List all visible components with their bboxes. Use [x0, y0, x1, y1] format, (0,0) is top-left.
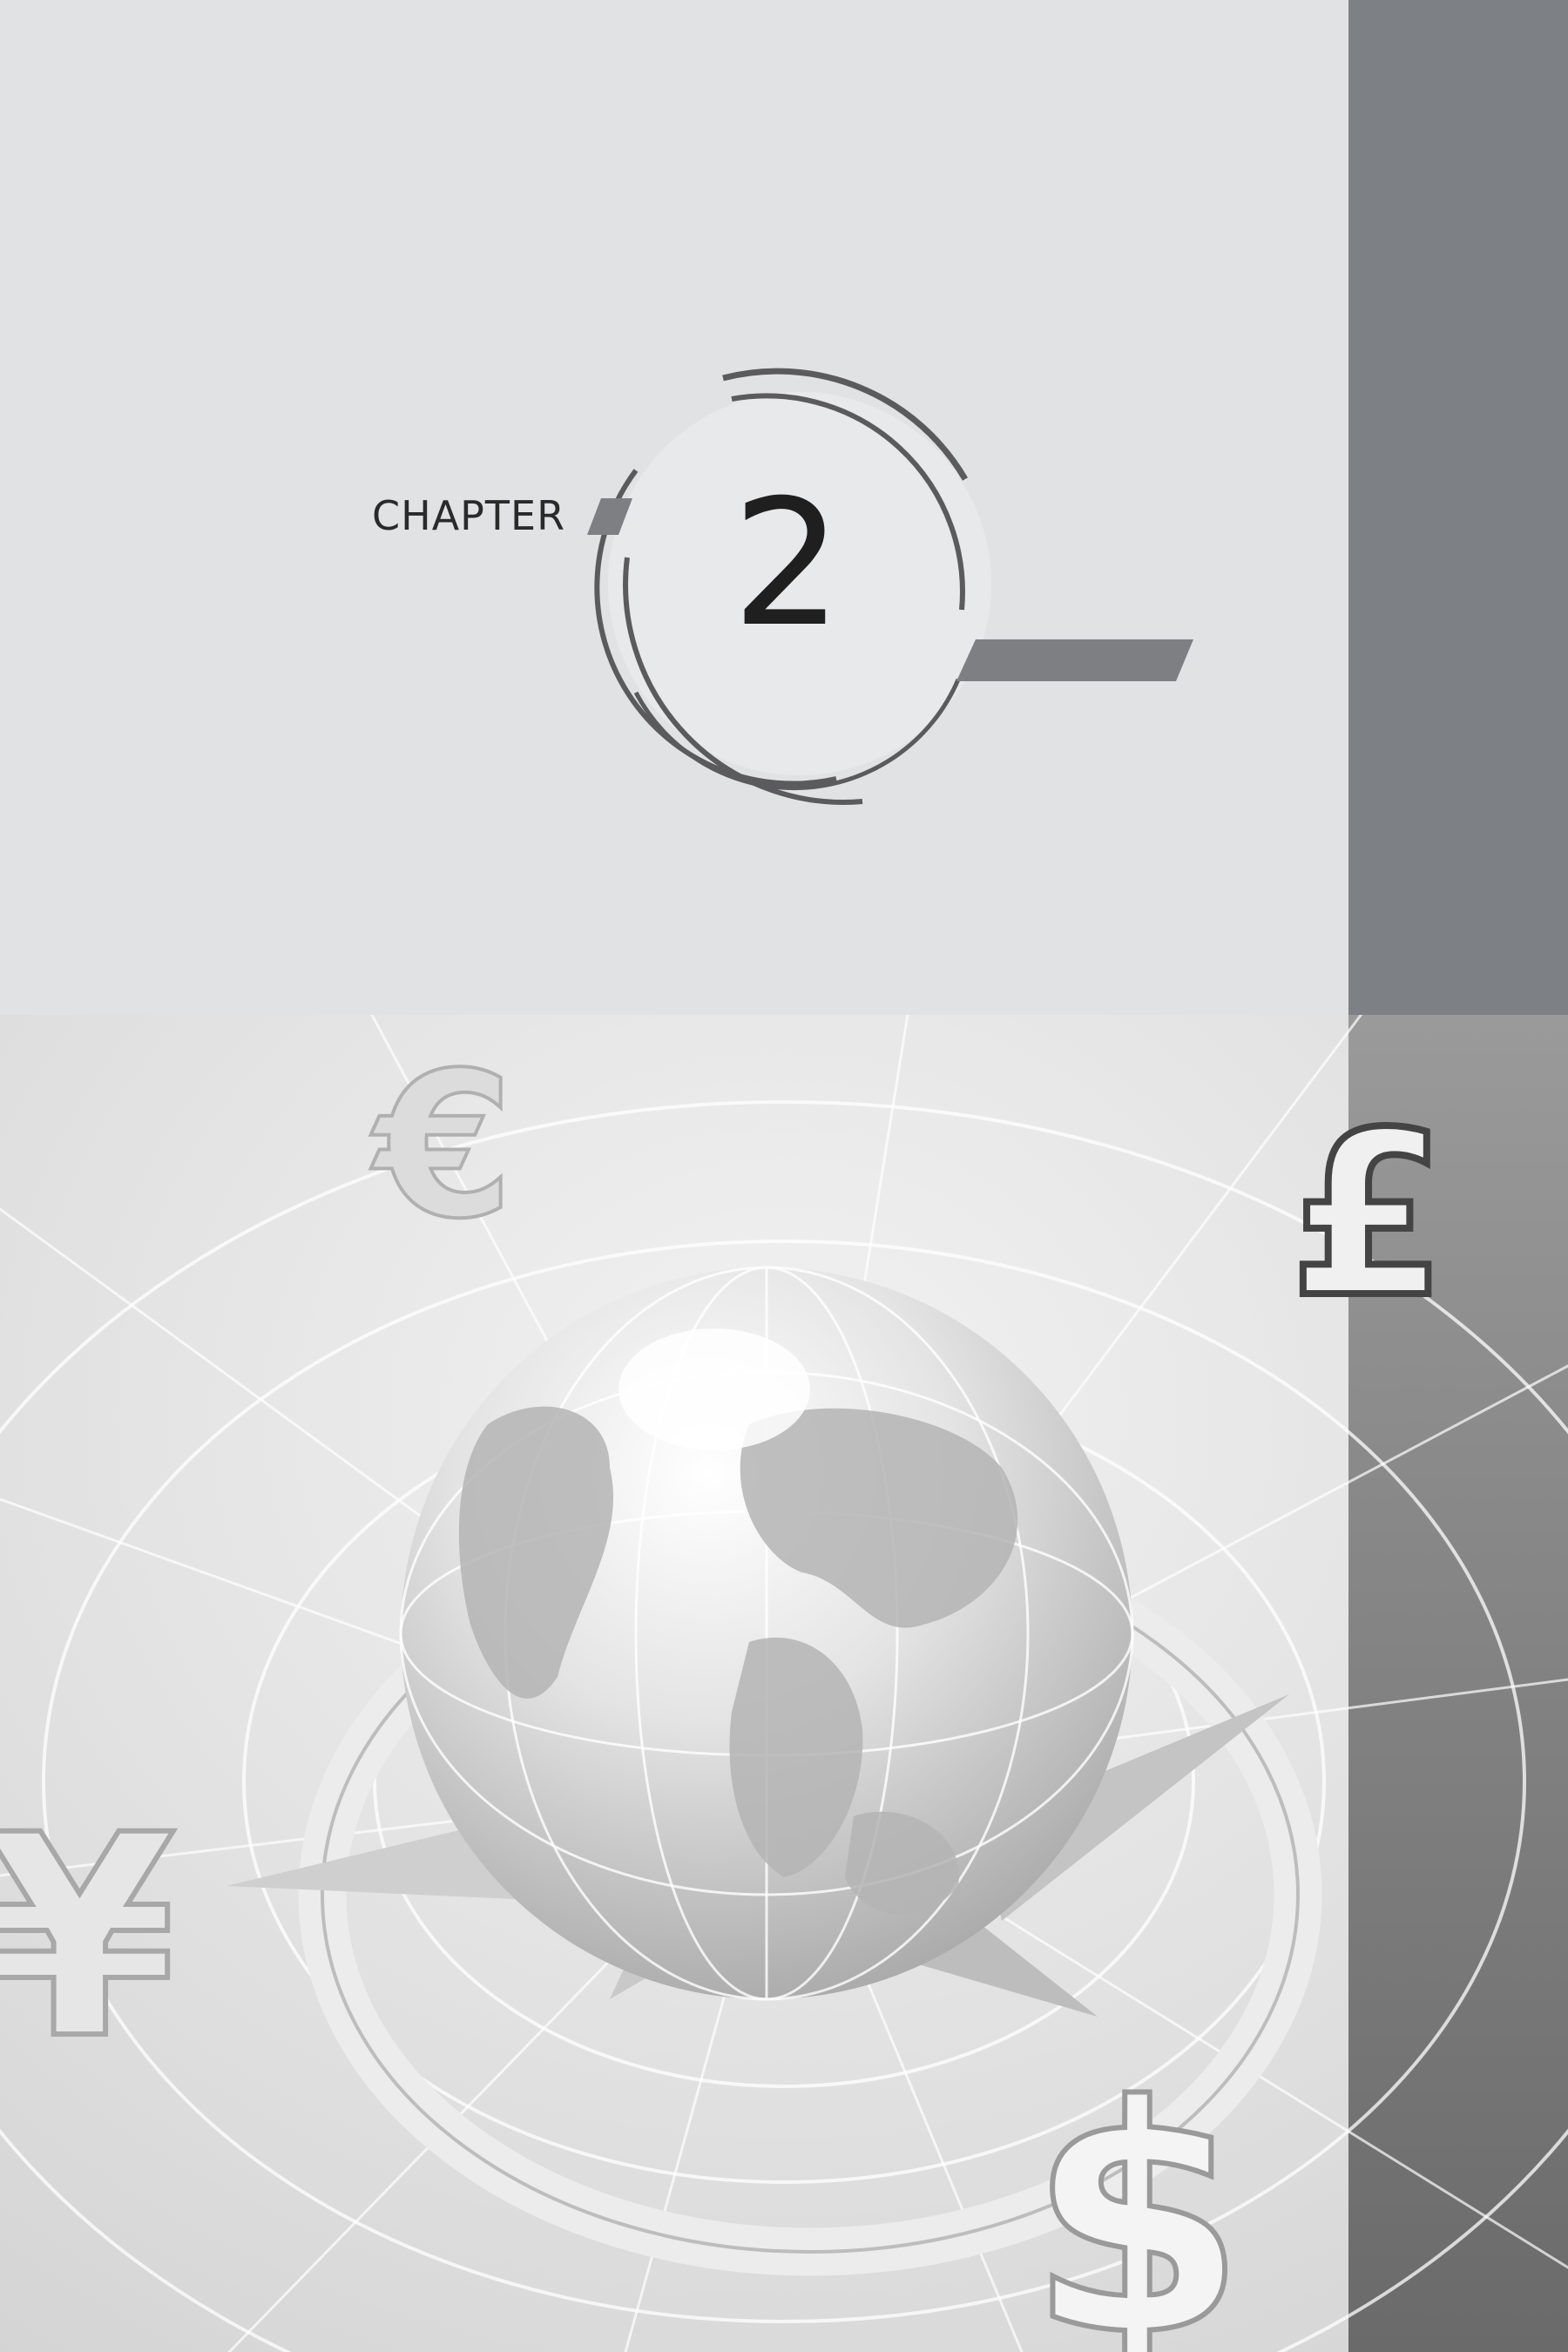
yen-symbol: ¥: [0, 1776, 177, 2100]
dollar-symbol: $: [1028, 2039, 1247, 2352]
cover-photo-globe: € £ ¥ $: [0, 1015, 1568, 2352]
euro-symbol: €: [370, 1031, 514, 1263]
chapter-opener-page: CHAPTER 2 € £ ¥ $: [0, 0, 1568, 2352]
side-color-band: [1348, 0, 1568, 1015]
pound-symbol: £: [1289, 1085, 1447, 1348]
chapter-number: 2: [732, 463, 843, 666]
chapter-label: CHAPTER: [372, 492, 566, 539]
chapter-emblem: [587, 368, 1193, 805]
accent-bar-long: [956, 639, 1193, 681]
globe-illustration: € £ ¥ $: [0, 1015, 1568, 2352]
